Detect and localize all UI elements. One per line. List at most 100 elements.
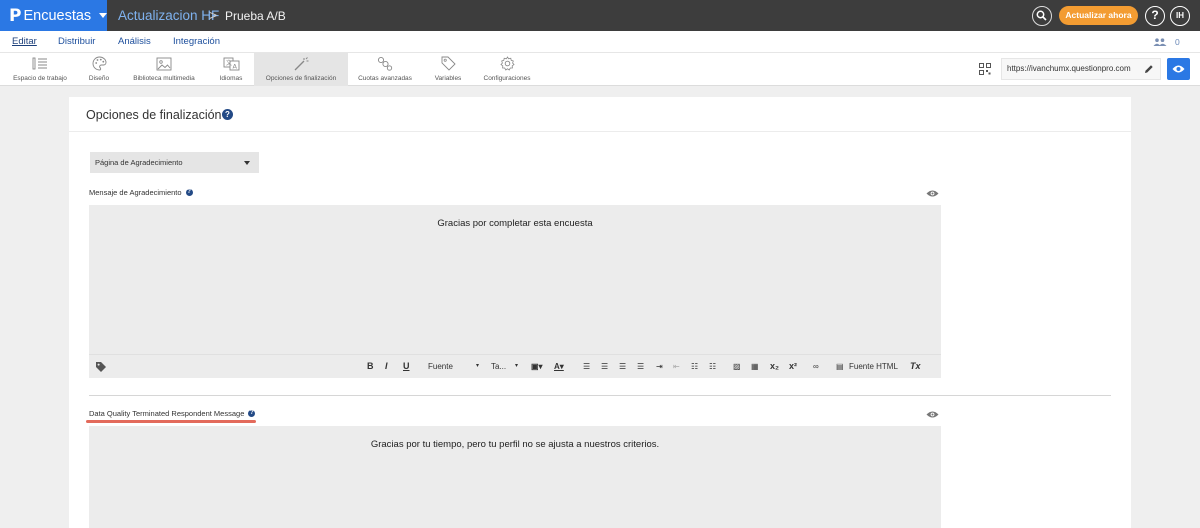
rich-text-toolbar: B I U Fuente ▾ Ta... ▾ ▣▾ A▾ ☰ ☰ ☰ ☰ ⇥ ⇤…	[89, 354, 941, 378]
text-color-icon[interactable]: A▾	[554, 362, 564, 371]
workspace-list-icon	[32, 57, 47, 70]
eye-icon[interactable]	[926, 189, 939, 198]
end-page-select-value: Página de Agradecimiento	[95, 158, 183, 167]
format-buttons: B I U Fuente ▾ Ta... ▾ ▣▾ A▾ ☰ ☰ ☰ ☰ ⇥ ⇤…	[113, 355, 941, 379]
justify-icon[interactable]: ☰	[637, 362, 644, 371]
qr-code-icon	[979, 63, 991, 75]
menu-integracion[interactable]: Integración	[173, 36, 220, 47]
chevron-down-icon: ▾	[515, 363, 519, 369]
svg-text:文: 文	[226, 59, 232, 67]
tag-icon	[441, 56, 456, 71]
align-right-icon[interactable]: ☰	[619, 362, 626, 371]
link-icon[interactable]: ∞	[813, 362, 819, 371]
survey-url-field[interactable]: https://ivanchumx.questionpro.com	[1001, 58, 1161, 80]
user-avatar[interactable]: IH	[1170, 6, 1190, 26]
help-icon[interactable]: ?	[248, 410, 256, 417]
palette-icon	[92, 56, 106, 71]
clear-format-button[interactable]: Tx	[910, 361, 921, 371]
end-options-panel: Opciones de finalización ? Página de Agr…	[69, 97, 1131, 528]
dq-message-text[interactable]: Gracias por tu tiempo, pero tu perfil no…	[89, 439, 941, 450]
thanks-message-editor[interactable]: Gracias por completar esta encuesta B I …	[89, 205, 941, 378]
panel-header: Opciones de finalización ?	[69, 97, 1131, 132]
collaborators[interactable]: 0	[1153, 37, 1180, 47]
menu-editar[interactable]: Editar	[12, 36, 37, 47]
search-button[interactable]	[1032, 6, 1052, 26]
tool-label: Configuraciones	[483, 75, 531, 82]
dq-label-text: Data Quality Terminated Respondent Messa…	[89, 409, 245, 418]
thanks-message-text[interactable]: Gracias por completar esta encuesta	[89, 218, 941, 229]
pencil-icon[interactable]	[1144, 64, 1154, 74]
quota-icon	[377, 56, 393, 71]
collaborators-count: 0	[1175, 37, 1180, 47]
survey-url: https://ivanchumx.questionpro.com	[1007, 64, 1131, 73]
page-title: Opciones de finalización	[86, 108, 222, 122]
preview-button[interactable]	[1167, 58, 1190, 80]
image-icon	[156, 57, 172, 70]
tool-label: Biblioteca multimedia	[133, 75, 195, 82]
italic-button[interactable]: I	[385, 361, 388, 371]
background-color-icon[interactable]: ▣▾	[531, 362, 543, 371]
tag-button[interactable]	[89, 355, 113, 379]
dq-message-editor[interactable]: Gracias por tu tiempo, pero tu perfil no…	[89, 426, 941, 528]
dq-message-label: Data Quality Terminated Respondent Messa…	[89, 409, 256, 418]
outdent-icon[interactable]: ⇤	[673, 362, 680, 371]
bold-button[interactable]: B	[367, 361, 374, 371]
users-icon	[1153, 38, 1167, 46]
help-icon[interactable]: ?	[222, 109, 233, 120]
product-switcher[interactable]: P Encuestas	[0, 0, 108, 31]
tool-label: Cuotas avanzadas	[358, 75, 412, 82]
font-select[interactable]: Fuente	[428, 362, 453, 371]
tool-end-options[interactable]: Opciones de finalización	[254, 53, 348, 86]
tool-design[interactable]: Diseño	[82, 53, 116, 86]
eye-icon[interactable]	[926, 410, 939, 419]
html-source-icon[interactable]: ▤	[836, 362, 844, 371]
table-icon[interactable]: ▦	[751, 362, 759, 371]
search-icon	[1036, 10, 1047, 21]
menu-analisis[interactable]: Análisis	[118, 36, 151, 47]
chevron-down-icon	[244, 161, 250, 165]
tool-media-library[interactable]: Biblioteca multimedia	[124, 53, 204, 86]
highlight-underline	[86, 420, 256, 423]
bullet-list-icon[interactable]: ☷	[691, 362, 698, 371]
section-divider	[89, 395, 1111, 396]
top-bar: P Encuestas Actualizacion HF > Prueba A/…	[0, 0, 1200, 31]
align-left-icon[interactable]: ☰	[583, 362, 590, 371]
tool-label: Idiomas	[219, 75, 243, 82]
tool-languages[interactable]: 文A Idiomas	[212, 53, 250, 86]
html-source-button[interactable]: Fuente HTML	[849, 362, 898, 371]
tool-variables[interactable]: Variables	[428, 53, 468, 86]
tag-icon	[96, 362, 106, 372]
tool-label: Opciones de finalización	[265, 75, 337, 82]
translate-icon: 文A	[223, 57, 239, 70]
thanks-message-label: Mensaje de Agradecimiento ?	[89, 188, 193, 197]
tool-settings[interactable]: Configuraciones	[478, 53, 536, 86]
chevron-down-icon	[99, 13, 108, 18]
help-button[interactable]: ?	[1145, 6, 1165, 26]
align-center-icon[interactable]: ☰	[601, 362, 608, 371]
svg-text:A: A	[232, 62, 237, 70]
breadcrumb-separator: >	[209, 7, 218, 23]
end-page-select[interactable]: Página de Agradecimiento	[90, 152, 259, 173]
qr-code-button[interactable]	[979, 62, 991, 80]
tool-advanced-quotas[interactable]: Cuotas avanzadas	[354, 53, 416, 86]
breadcrumb-page: Prueba A/B	[225, 9, 286, 23]
superscript-button[interactable]: x²	[789, 361, 797, 371]
underline-button[interactable]: U	[403, 361, 410, 371]
breadcrumb-survey[interactable]: Actualizacion HF	[118, 8, 219, 23]
image-icon[interactable]: ▨	[733, 362, 741, 371]
product-name: Encuestas	[23, 7, 92, 24]
upgrade-button[interactable]: Actualizar ahora	[1059, 6, 1138, 25]
tool-label: Espacio de trabajo	[13, 75, 67, 82]
tool-label: Variables	[434, 75, 462, 82]
subscript-button[interactable]: x₂	[770, 361, 779, 371]
gear-icon	[499, 56, 515, 71]
tool-workspace[interactable]: Espacio de trabajo	[6, 53, 74, 86]
menu-distribuir[interactable]: Distribuir	[58, 36, 95, 47]
tool-label: Diseño	[88, 75, 110, 82]
numbered-list-icon[interactable]: ☷	[709, 362, 716, 371]
indent-icon[interactable]: ⇥	[656, 362, 663, 371]
brand-logo: P	[9, 5, 22, 26]
help-icon[interactable]: ?	[185, 189, 193, 196]
size-select[interactable]: Ta...	[491, 362, 506, 371]
eye-icon	[1172, 65, 1185, 73]
